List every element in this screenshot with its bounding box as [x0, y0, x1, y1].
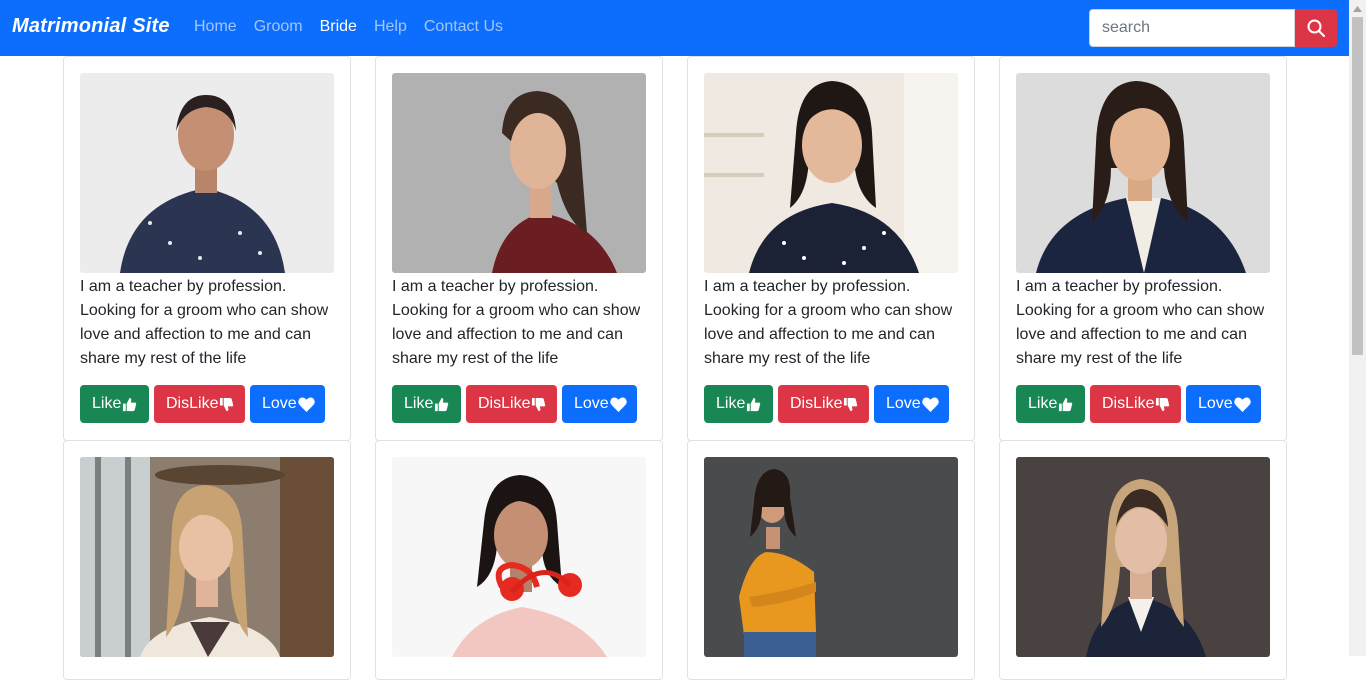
dislike-button[interactable]: DisLike	[1090, 385, 1181, 423]
card-actions: Like DisLike Love	[392, 385, 637, 423]
like-button[interactable]: Like	[1016, 385, 1085, 423]
profile-photo	[704, 73, 958, 273]
search-input[interactable]	[1089, 9, 1295, 47]
card-actions: Like DisLike Love	[704, 385, 949, 423]
profile-photo	[1016, 73, 1270, 273]
dislike-button[interactable]: DisLike	[778, 385, 869, 423]
profile-bio: I am a teacher by profession. Looking fo…	[704, 278, 953, 367]
profile-bio: I am a teacher by profession. Looking fo…	[392, 278, 641, 367]
heart-icon	[297, 397, 315, 412]
nav-link-groom[interactable]: Groom	[254, 18, 303, 36]
love-label: Love	[262, 395, 297, 412]
love-button[interactable]: Love	[250, 385, 325, 423]
profile-photo	[392, 457, 646, 657]
profile-photo	[80, 457, 334, 657]
love-label: Love	[1198, 395, 1233, 412]
like-button[interactable]: Like	[80, 385, 149, 423]
like-label: Like	[92, 395, 122, 412]
profile-card	[63, 440, 351, 680]
search-icon	[1307, 19, 1325, 37]
brand-logo[interactable]: Matrimonial Site	[12, 15, 170, 38]
profile-bio: I am a teacher by profession. Looking fo…	[80, 278, 329, 367]
dislike-label: DisLike	[1102, 395, 1155, 412]
profile-card	[687, 440, 975, 680]
card-actions: Like DisLike Love	[80, 385, 325, 423]
dislike-button[interactable]: DisLike	[154, 385, 245, 423]
scroll-up-arrow-icon[interactable]	[1349, 0, 1366, 17]
profile-photo	[392, 73, 646, 273]
heart-icon	[921, 397, 939, 412]
thumbs-down-icon	[532, 397, 546, 411]
card-actions: Like DisLike Love	[1016, 385, 1261, 423]
page-scrollbar[interactable]	[1349, 0, 1366, 656]
dislike-button[interactable]: DisLike	[466, 385, 557, 423]
thumbs-down-icon	[844, 397, 858, 411]
like-button[interactable]: Like	[704, 385, 773, 423]
dislike-label: DisLike	[790, 395, 843, 412]
love-button[interactable]: Love	[1186, 385, 1261, 423]
nav-link-help[interactable]: Help	[374, 18, 407, 36]
profile-photo	[1016, 457, 1270, 657]
love-button[interactable]: Love	[562, 385, 637, 423]
nav-link-home[interactable]: Home	[194, 18, 237, 36]
nav-links: Home Groom Bride Help Contact Us	[194, 18, 520, 36]
dislike-label: DisLike	[478, 395, 531, 412]
profile-bio: I am a teacher by profession. Looking fo…	[1016, 278, 1265, 367]
profile-photo	[80, 73, 334, 273]
profile-card: I am a teacher by profession. Looking fo…	[63, 56, 351, 441]
profile-card: I am a teacher by profession. Looking fo…	[687, 56, 975, 441]
profile-card	[375, 440, 663, 680]
thumbs-up-icon	[435, 397, 449, 411]
love-button[interactable]: Love	[874, 385, 949, 423]
heart-icon	[1233, 397, 1251, 412]
thumbs-up-icon	[1059, 397, 1073, 411]
thumbs-up-icon	[747, 397, 761, 411]
search-button[interactable]	[1295, 9, 1337, 47]
heart-icon	[609, 397, 627, 412]
like-label: Like	[404, 395, 434, 412]
nav-link-bride[interactable]: Bride	[320, 18, 357, 36]
navbar: Matrimonial Site Home Groom Bride Help C…	[0, 0, 1349, 56]
like-button[interactable]: Like	[392, 385, 461, 423]
search-form	[1089, 9, 1337, 47]
love-label: Love	[886, 395, 921, 412]
thumbs-down-icon	[220, 397, 234, 411]
profile-card: I am a teacher by profession. Looking fo…	[375, 56, 663, 441]
profile-card: I am a teacher by profession. Looking fo…	[999, 56, 1287, 441]
dislike-label: DisLike	[166, 395, 219, 412]
profile-photo	[704, 457, 958, 657]
love-label: Love	[574, 395, 609, 412]
profile-card	[999, 440, 1287, 680]
nav-link-contact-us[interactable]: Contact Us	[424, 18, 503, 36]
like-label: Like	[716, 395, 746, 412]
like-label: Like	[1028, 395, 1058, 412]
thumbs-up-icon	[123, 397, 137, 411]
scrollbar-thumb[interactable]	[1352, 17, 1363, 355]
thumbs-down-icon	[1156, 397, 1170, 411]
